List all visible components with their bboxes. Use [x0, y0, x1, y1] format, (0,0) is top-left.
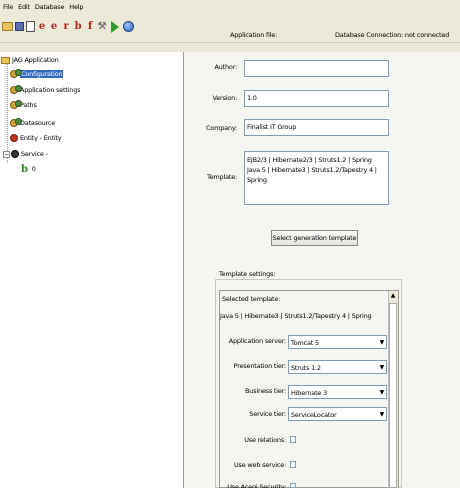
presentation-tier-value: Struts 1.2 [291, 364, 321, 372]
business-tier-label: Business tier: [244, 387, 286, 395]
author-field[interactable] [244, 60, 389, 77]
business-tier-value: Hibernate 3 [291, 389, 328, 397]
service-tier-label: Service tier: [249, 410, 286, 418]
business-tier-select[interactable]: Hibernate 3 ▼ [288, 385, 387, 399]
db-connection-status: Database Connection: not connected [335, 31, 450, 39]
use-acegi-security-label: Use Acegi Security: [227, 483, 286, 488]
entity-icon [10, 134, 18, 142]
version-label: Version: [212, 94, 238, 102]
application-server-label: Application server: [228, 337, 286, 345]
chevron-down-icon: ▼ [379, 389, 385, 396]
presentation-tier-select[interactable]: Struts 1.2 ▼ [288, 360, 387, 374]
folder-icon [1, 56, 10, 64]
tree-item-label: Configuration [20, 70, 64, 78]
template-field: EJB2/3 | Hibernate2/3 | Struts1.2 | Spri… [244, 151, 389, 205]
settings-icon [10, 100, 22, 109]
tree-root-label: JAG Application [12, 56, 59, 64]
relation-r-icon[interactable]: r [61, 20, 71, 33]
chevron-down-icon: ▼ [379, 364, 385, 371]
settings-icon [10, 85, 22, 94]
tree-item-application-settings[interactable]: Application settings [10, 85, 81, 95]
tree-item-label: 0 [31, 165, 36, 173]
project-tree[interactable]: JAG Application Configuration Applicatio… [0, 52, 184, 488]
run-icon[interactable] [111, 20, 119, 33]
selected-template-label: Selected template: [222, 295, 281, 303]
tree-item-service[interactable]: − Service - [3, 149, 48, 159]
scrollbar-thumb[interactable] [389, 303, 397, 488]
tree-item-label: Application settings [20, 86, 81, 94]
use-web-service-checkbox[interactable] [290, 461, 296, 468]
entity-e-icon[interactable]: e [37, 20, 47, 33]
application-server-select[interactable]: Tomcat 5 ▼ [288, 335, 387, 349]
save-icon[interactable] [15, 22, 24, 31]
tree-root[interactable]: JAG Application [1, 55, 59, 65]
document-icon[interactable] [26, 21, 35, 32]
tree-item-paths[interactable]: Paths [10, 100, 37, 110]
scroll-up-icon[interactable]: ▲ [389, 292, 397, 301]
menu-database[interactable]: Database [35, 3, 65, 11]
service-tier-select[interactable]: ServiceLocator ▼ [288, 407, 387, 421]
bean-b-icon: b [21, 163, 28, 175]
tree-item-label: Datasource [20, 119, 56, 127]
settings-icon [10, 69, 22, 78]
tree-item-label: Entity - Entity [20, 134, 62, 142]
function-f-icon[interactable]: f [85, 20, 95, 33]
tree-item-datasource[interactable]: Datasource [10, 118, 55, 128]
template-settings-title: Template settings: [219, 270, 276, 278]
tree-item-service-child[interactable]: b 0 [21, 163, 36, 175]
bean-b-icon[interactable]: b [73, 20, 83, 33]
select-generation-template-button[interactable]: Select generation template [271, 230, 358, 246]
template-line-2: Java 5 | Hibernate3 | Struts1.2/Tapestry… [247, 166, 377, 184]
collapse-icon[interactable]: − [3, 150, 10, 158]
menu-file[interactable]: File [3, 3, 13, 11]
template-line-1: EJB2/3 | Hibernate2/3 | Struts1.2 | Spri… [247, 156, 372, 164]
menu-help[interactable]: Help [69, 3, 83, 11]
tree-item-label: Service - [21, 150, 48, 158]
template-label: Template: [206, 173, 237, 181]
menu-bar: File Edit Database Help [0, 0, 460, 13]
tree-item-configuration[interactable]: Configuration [10, 69, 64, 79]
service-tier-value: ServiceLocator [291, 411, 337, 419]
use-acegi-security-checkbox[interactable] [290, 483, 296, 488]
tree-item-entity[interactable]: Entity - Entity [10, 133, 62, 143]
service-icon [11, 150, 19, 158]
use-web-service-label: Use web service: [234, 461, 286, 469]
chevron-down-icon: ▼ [379, 411, 385, 418]
presentation-tier-label: Presentation tier: [233, 362, 287, 370]
company-label: Company: [205, 124, 237, 132]
open-folder-icon[interactable] [2, 22, 13, 31]
use-relations-checkbox[interactable] [290, 436, 296, 443]
application-server-value: Tomcat 5 [291, 339, 319, 347]
application-file-label: Application file: [230, 31, 278, 39]
wrench-icon[interactable]: ⚒ [97, 20, 107, 33]
tree-item-label: Paths [20, 101, 37, 109]
company-field[interactable]: Finalist IT Group [244, 119, 389, 136]
version-field[interactable]: 1.0 [244, 90, 389, 107]
settings-icon [10, 118, 22, 127]
menu-edit[interactable]: Edit [18, 3, 30, 11]
entity-e-icon[interactable]: e [49, 20, 59, 33]
globe-icon[interactable] [123, 21, 134, 32]
use-relations-label: Use relations: [244, 436, 286, 444]
chevron-down-icon: ▼ [379, 339, 385, 346]
selected-template-value: Java 5 | Hibernate3 | Struts1.2/Tapestry… [220, 312, 372, 320]
author-label: Author: [214, 63, 237, 71]
